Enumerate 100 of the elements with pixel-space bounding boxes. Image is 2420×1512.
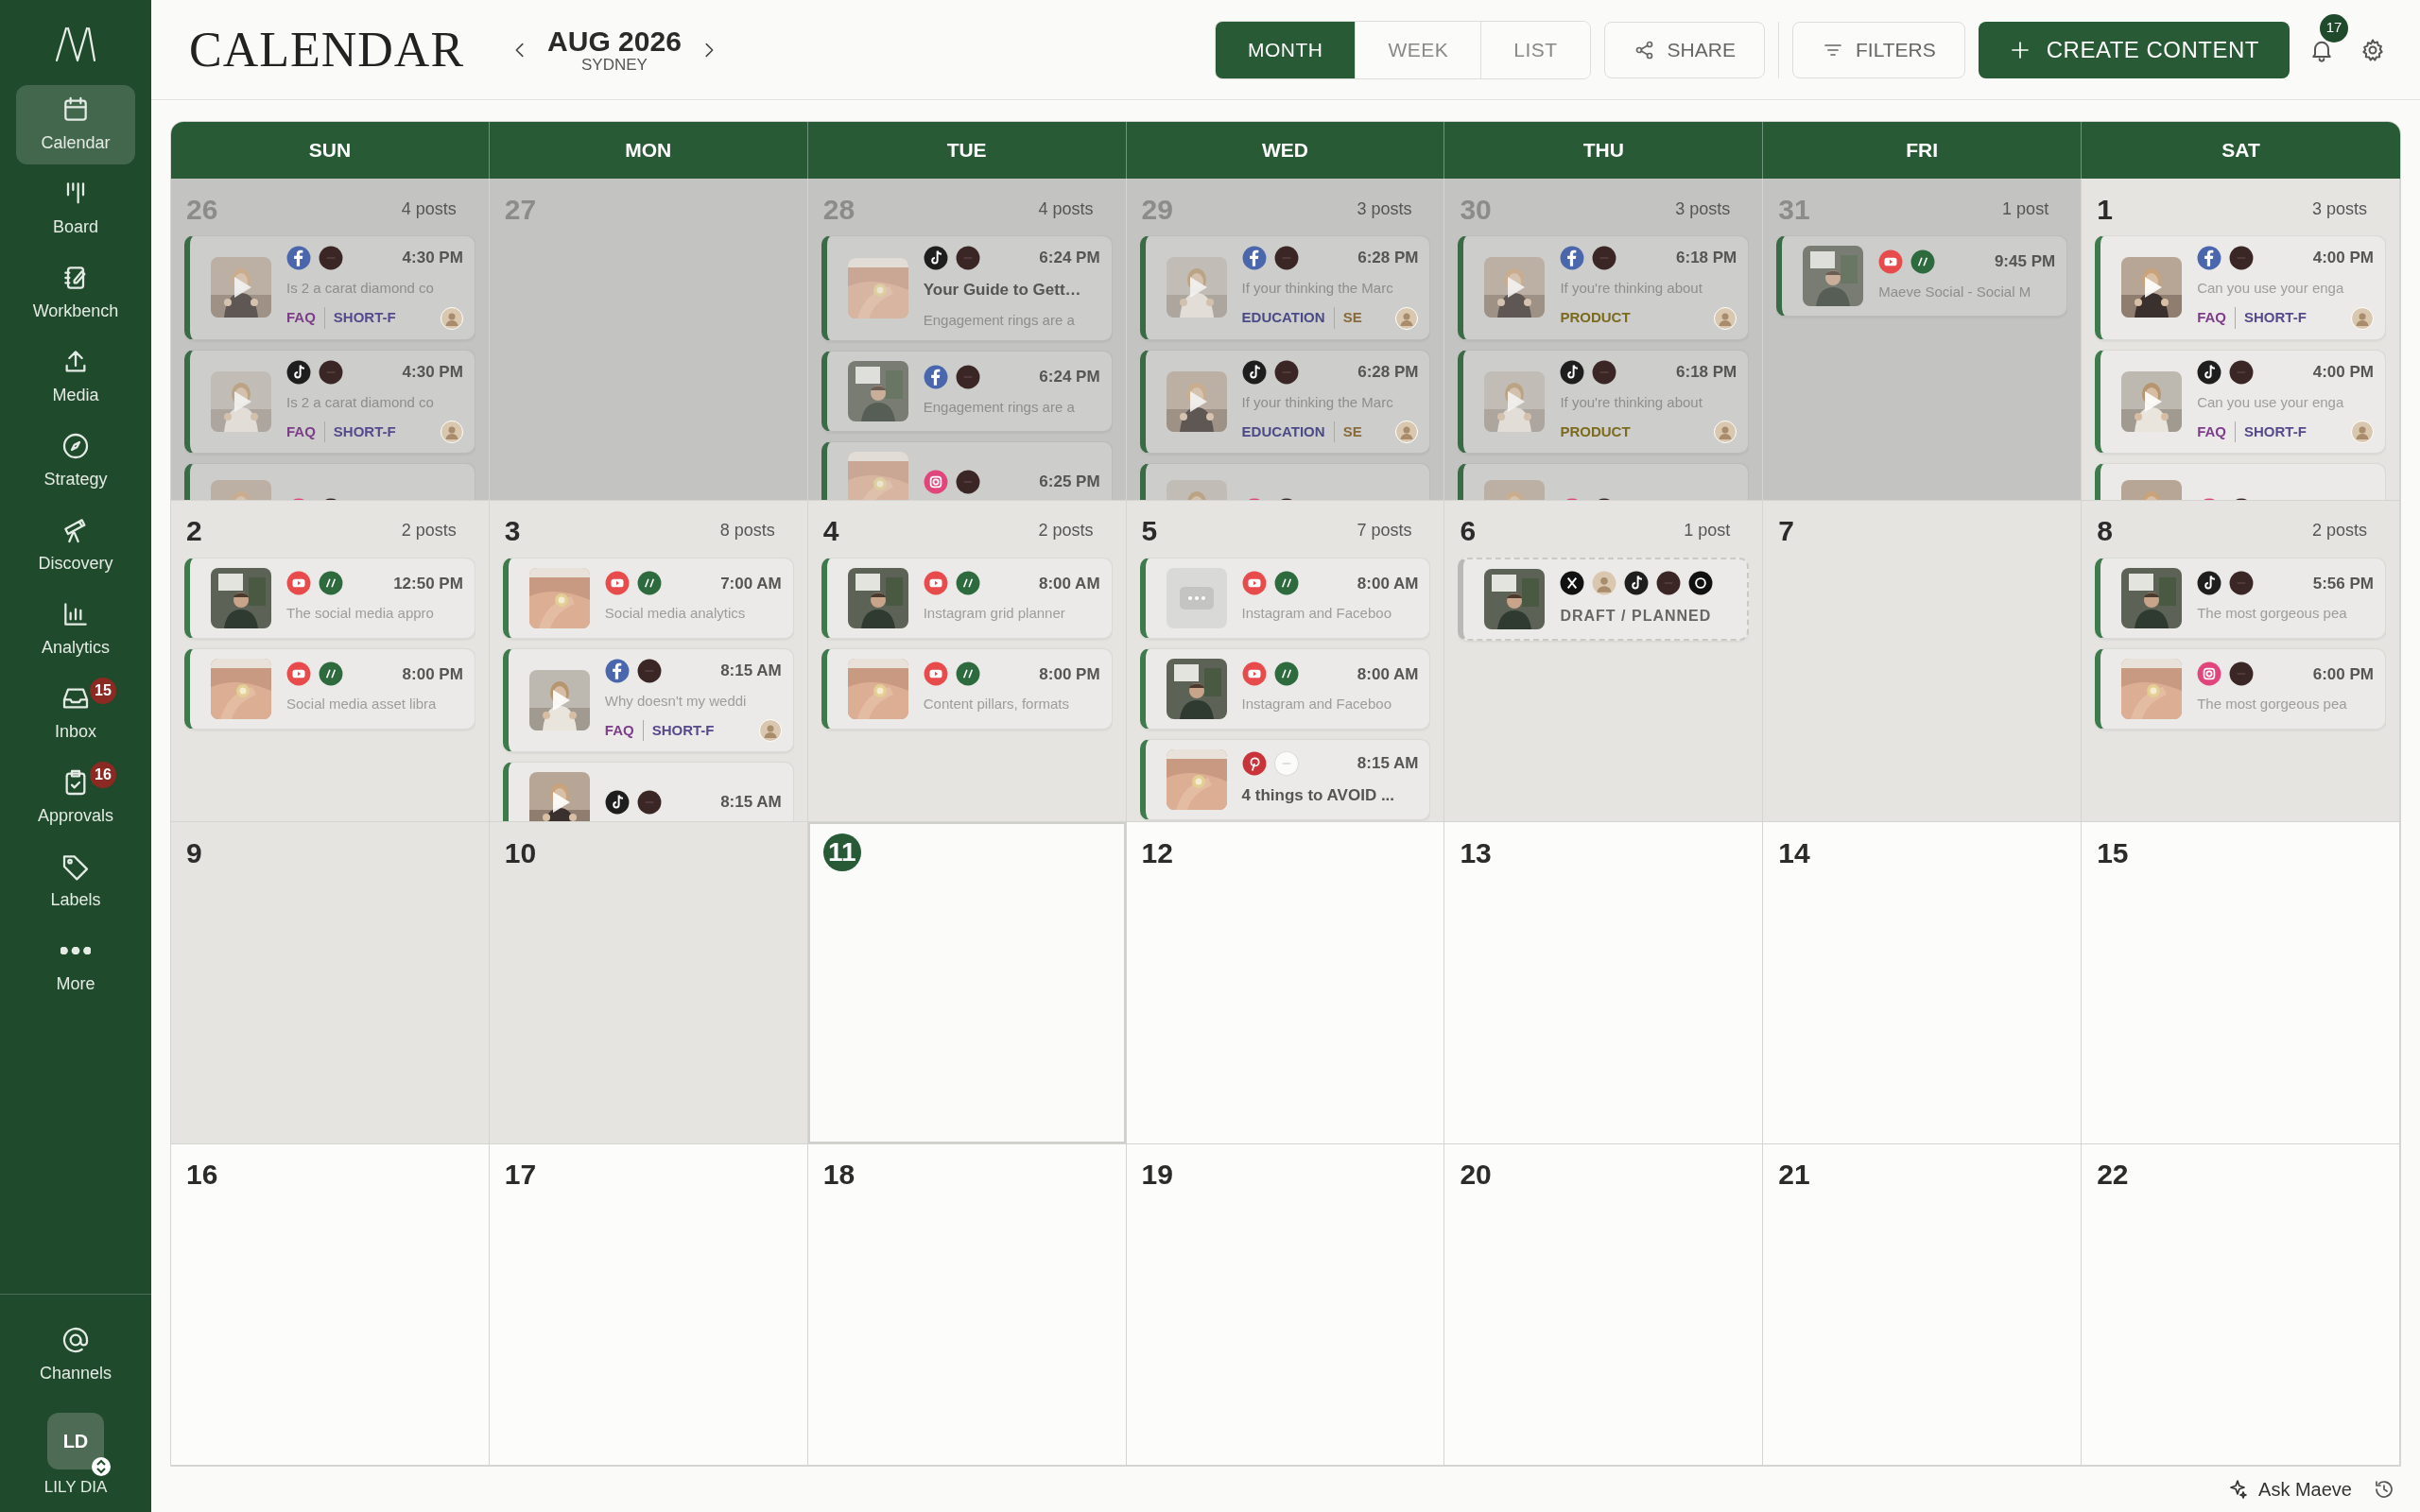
post-caption: If you're thinking about — [1560, 279, 1703, 298]
more-icon — [60, 947, 91, 954]
sidebar-item[interactable]: Workbench — [16, 253, 135, 333]
post-card[interactable]: 4:30 PM Is 2 a carat diamond co FAQ SHORT-F — [184, 235, 475, 340]
post-card[interactable]: 4:00 PM Can you use your enga FAQ SHORT-F — [2095, 235, 2386, 340]
sidebar-item[interactable]: Discovery — [16, 506, 135, 585]
post-card[interactable]: 4:00 PM Can you use your enga FAQ SHORT-F — [2095, 349, 2386, 454]
tiktok-icon — [1560, 359, 1585, 385]
brand-logo-icon — [1273, 750, 1299, 776]
day-cell[interactable]: 15 — [2082, 822, 2400, 1144]
day-cell[interactable]: 19 — [1126, 1143, 1445, 1466]
youtube-icon — [286, 662, 311, 687]
post-card[interactable]: 6:28 PM If your thinking the Marc EDUCATION SE — [1139, 235, 1431, 340]
post-card[interactable]: 8:15 AM Why doesn't my weddi FAQ SHORT-F — [502, 647, 794, 752]
post-card[interactable]: 6:24 PM Engagement rings are a — [821, 351, 1113, 432]
day-cell[interactable]: 14 — [1763, 822, 2083, 1144]
youtube-icon — [286, 571, 311, 596]
day-cell[interactable]: 3 8 posts 7:00 AM Social media analytics 8:15 AM Why doesn't my weddi FAQ SHORT-F 8:15 AM — [489, 500, 808, 822]
user-name: LILY DIA — [43, 1476, 108, 1498]
post-caption: Social media analytics — [604, 604, 747, 624]
day-number: 4 — [822, 514, 839, 548]
brand-logo-icon — [636, 790, 662, 815]
post-caption: If you're thinking about — [1560, 392, 1703, 412]
post-count: 2 posts — [2311, 520, 2367, 541]
post-time: 8:00 AM — [1357, 573, 1419, 594]
day-cell[interactable]: 1 3 posts 4:00 PM Can you use your enga FAQ SHORT-F 4:00 PM Can you use your enga FAQ SHORT-F — [2082, 179, 2400, 501]
post-caption: Can you use your enga — [2197, 279, 2345, 298]
day-cell[interactable]: 8 2 posts 5:56 PM The most gorgeous pea 6:00 PM The most gorgeous pea — [2082, 500, 2400, 822]
day-number: 7 — [1778, 514, 1794, 548]
post-card[interactable]: 9:45 PM Maeve Social - Social M — [1776, 235, 2068, 317]
view-tab[interactable]: MONTH — [1215, 21, 1356, 78]
avatar-icon — [1592, 570, 1617, 595]
post-card[interactable]: 6:18 PM If you're thinking about PRODUCT — [1458, 349, 1750, 454]
day-cell[interactable]: 9 — [171, 822, 490, 1144]
day-cell[interactable]: 21 — [1763, 1143, 2083, 1466]
post-card[interactable]: 6:25 PM — [821, 441, 1113, 500]
view-tab[interactable]: LIST — [1480, 21, 1590, 78]
day-cell[interactable]: 10 — [489, 822, 808, 1144]
day-cell[interactable]: 13 — [1444, 822, 1764, 1144]
post-card[interactable]: 7:00 AM Social media analytics — [502, 557, 794, 639]
day-cell[interactable]: 18 — [807, 1143, 1127, 1466]
post-card[interactable]: 8:00 AM Instagram and Faceboo — [1139, 557, 1431, 639]
day-cell[interactable]: 16 — [171, 1143, 490, 1466]
sidebar-item[interactable]: Strategy — [16, 421, 135, 501]
day-number: 14 — [1778, 835, 1810, 870]
draft-post-card[interactable]: DRAFT / PLANNED — [1458, 557, 1750, 641]
notification-count: 17 — [2320, 13, 2348, 43]
post-label: EDUCATION — [1241, 421, 1326, 441]
sidebar-item[interactable]: Inbox 15 — [16, 674, 135, 753]
post-card[interactable]: 8:00 PM Social media asset libra — [184, 647, 475, 730]
post-card[interactable]: 4:30 PM Is 2 a carat diamond co FAQ SHORT-F — [184, 349, 475, 454]
post-card[interactable]: 5:56 PM The most gorgeous pea — [2095, 557, 2386, 639]
sidebar-item[interactable]: Channels — [16, 1314, 135, 1395]
day-cell[interactable]: 2 2 posts 12:50 PM The social media appro 8:00 PM Social media asset libra — [171, 500, 490, 822]
weekday-header: SAT — [2082, 122, 2400, 179]
day-cell[interactable]: 6 1 post DRAFT / PLANNED — [1444, 500, 1764, 822]
youtube-icon — [923, 571, 948, 596]
user-avatar[interactable]: LD — [47, 1412, 104, 1469]
ask-assistant-button[interactable]: Ask Maeve — [2221, 1474, 2358, 1504]
post-card[interactable]: 8:15 AM — [502, 762, 794, 821]
post-card[interactable]: 6:28 PM If your thinking the Marc EDUCATION SE — [1139, 349, 1431, 454]
brand-logo-icon — [2229, 571, 2255, 596]
day-cell[interactable]: 20 — [1444, 1143, 1764, 1466]
brand-logo-icon — [1910, 249, 1936, 274]
sidebar-item[interactable]: Board — [16, 169, 135, 249]
create-content-button[interactable]: CREATE CONTENT — [1978, 21, 2290, 78]
brand-logo-icon — [955, 662, 980, 687]
sidebar-item[interactable]: Labels — [16, 842, 135, 921]
post-card[interactable]: 8:00 AM Instagram and Faceboo — [1139, 647, 1431, 730]
brand-logo-icon — [955, 246, 980, 270]
post-time: 6:24 PM — [1039, 367, 1100, 387]
x-icon — [1560, 570, 1585, 595]
post-time: 8:00 PM — [1039, 663, 1100, 685]
day-cell[interactable]: 5 7 posts 8:00 AM Instagram and Faceboo 8:00 AM Instagram and Faceboo 8:15 AM 4 things to AVOID ... — [1126, 500, 1445, 822]
post-card[interactable]: 8:00 AM Instagram grid planner — [821, 557, 1113, 639]
post-count: 7 posts — [1357, 520, 1412, 541]
day-cell[interactable]: 4 2 posts 8:00 AM Instagram grid planner 8:00 PM Content pillars, formats — [807, 500, 1127, 822]
sidebar-item[interactable]: Media — [16, 337, 135, 417]
sidebar-item[interactable]: Analytics — [16, 590, 135, 669]
day-cell[interactable]: 12 — [1126, 822, 1445, 1144]
post-card[interactable]: 6:18 PM If you're thinking about PRODUCT — [1458, 235, 1750, 340]
sidebar-item[interactable]: Calendar — [16, 85, 135, 164]
post-title: 4 things to AVOID ... — [1241, 784, 1396, 806]
sidebar-item[interactable]: More — [16, 926, 135, 1005]
post-count: 2 posts — [1038, 520, 1094, 541]
sidebar-item[interactable]: Approvals 16 — [16, 758, 135, 837]
filters-button[interactable]: FILTERS — [1791, 21, 1965, 78]
day-cell[interactable]: 22 — [2082, 1143, 2400, 1466]
tiktok-icon — [1241, 359, 1267, 385]
post-card[interactable]: 12:50 PM The social media appro — [184, 557, 475, 639]
day-cell[interactable]: 11 — [807, 822, 1127, 1144]
share-button[interactable]: SHARE — [1603, 21, 1765, 78]
post-card[interactable]: 8:00 PM Content pillars, formats — [821, 647, 1113, 730]
post-card[interactable]: 8:15 AM 4 things to AVOID ... — [1139, 738, 1431, 820]
day-cell[interactable]: 17 — [489, 1143, 808, 1466]
day-number: 13 — [1460, 835, 1492, 870]
post-card[interactable]: 6:24 PM Your Guide to Gett… Engagement rings are a — [821, 235, 1113, 341]
brand-logo-icon — [636, 658, 662, 683]
post-card[interactable]: 6:00 PM The most gorgeous pea — [2095, 647, 2386, 730]
day-cell[interactable]: 7 — [1763, 500, 2083, 822]
